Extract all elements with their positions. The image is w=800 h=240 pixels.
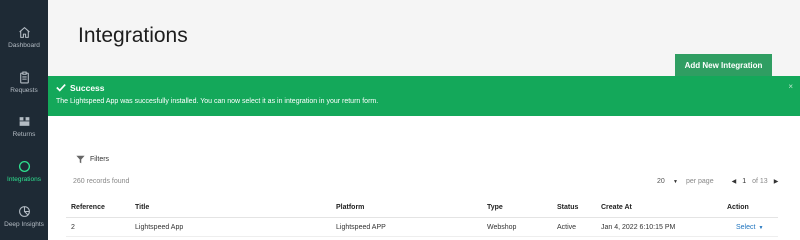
previous-page-icon[interactable]: ◀ [732,178,737,185]
column-header-platform: Platform [336,204,365,211]
select-action-dropdown[interactable]: Select ▼ [736,224,763,231]
sidebar: Dashboard Requests Returns Integrations … [0,0,48,240]
column-header-title: Title [135,204,150,211]
sidebar-item-integrations[interactable]: Integrations [0,160,48,200]
records-count: 260 records found [73,178,130,185]
circle-icon [18,160,30,173]
banner-title: Success [70,83,105,93]
home-icon [18,27,30,38]
table-header: Reference Title Platform Type Status Cre… [66,198,778,218]
sidebar-item-returns[interactable]: Returns [0,115,48,155]
column-header-type: Type [487,204,503,211]
close-icon[interactable]: × [788,82,793,91]
sidebar-item-deep-insights[interactable]: Deep Insights [0,205,48,240]
cell-reference: 2 [71,224,75,231]
sidebar-item-label: Dashboard [8,42,40,49]
sidebar-item-label: Integrations [7,176,41,183]
chevron-down-icon[interactable]: ▼ [673,179,678,185]
chevron-down-icon[interactable]: ▼ [758,225,763,231]
sidebar-item-label: Returns [12,131,36,138]
column-header-reference: Reference [71,204,105,211]
cell-type: Webshop [487,224,517,231]
pie-chart-icon [18,206,30,217]
banner-message: The Lightspeed App was succesfully insta… [56,98,379,105]
cell-title: Lightspeed App [135,224,184,231]
filter-icon [76,155,85,164]
box-icon [19,117,29,126]
integrations-panel: Filters 260 records found 20 ▼ per page … [48,116,800,240]
page-title: Integrations [78,24,188,47]
main-content: Integrations Add New Integration Success… [48,0,800,240]
filters-button[interactable]: Filters [76,155,109,164]
filters-label: Filters [90,156,110,163]
sidebar-item-requests[interactable]: Requests [0,71,48,111]
column-header-status: Status [557,204,579,211]
per-page-label: per page [685,178,714,185]
current-page-input[interactable]: 1 [742,178,746,185]
add-new-integration-button[interactable]: Add New Integration [675,54,772,76]
sidebar-item-label: Requests [10,87,38,94]
sidebar-item-label: Deep Insights [4,221,44,228]
cell-platform: Lightspeed APP [336,224,386,231]
per-page-select[interactable]: 20 [657,178,669,185]
page-header: Integrations Add New Integration [48,0,800,76]
next-page-icon[interactable]: ▶ [774,178,779,185]
column-header-action: Action [727,204,749,211]
column-header-created-at: Create At [601,204,632,211]
check-icon [56,84,66,92]
table-row: 2 Lightspeed App Lightspeed APP Webshop … [66,217,778,237]
pagination: 20 ▼ per page ◀ 1 of 13 ▶ [657,178,778,185]
cell-created-at: Jan 4, 2022 6:10:15 PM [601,224,676,231]
page-count: of 13 [752,178,768,185]
cell-status: Active [557,224,577,231]
success-banner: Success The Lightspeed App was succesful… [48,76,800,116]
sidebar-item-dashboard[interactable]: Dashboard [0,26,48,66]
select-action-label[interactable]: Select [736,224,755,231]
clipboard-icon [19,71,29,84]
